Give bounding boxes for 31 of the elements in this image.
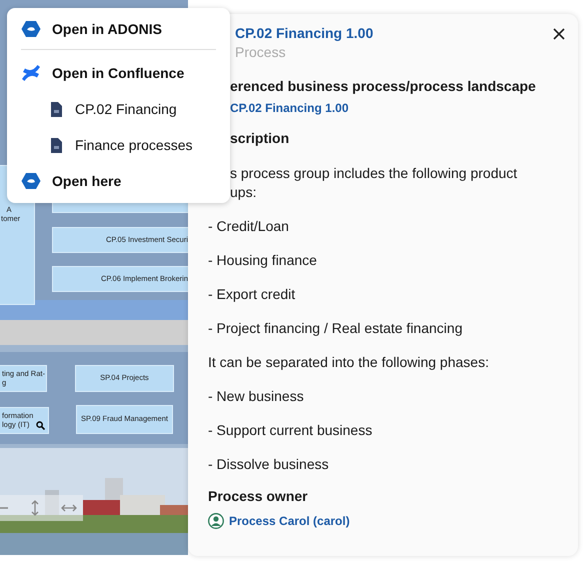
user-icon	[208, 513, 224, 529]
description-paragraph: - Project financing / Real estate financing	[208, 319, 464, 338]
process-link[interactable]: CP.02 Financing 1.00	[230, 101, 558, 116]
section-heading: scription	[230, 130, 290, 147]
horizontal-arrows-icon[interactable]	[61, 503, 77, 513]
person-link[interactable]: Process Carol (carol)	[229, 514, 350, 528]
menu-item[interactable]: Finance processes	[21, 127, 216, 163]
confluence-logo-icon	[21, 64, 41, 82]
menu-item[interactable]: Open in ADONIS	[21, 17, 216, 50]
menu-item[interactable]: CP.02 Financing	[21, 91, 216, 127]
section-heading: erenced business process/process landscape	[230, 78, 537, 95]
panel-title: CP.02 Financing 1.00	[235, 25, 374, 42]
vertical-arrows-icon[interactable]	[30, 500, 40, 516]
description-paragraph: - Dissolve business	[208, 455, 330, 474]
hexagon-logo-icon	[21, 20, 41, 38]
object-type: Process	[235, 43, 287, 62]
document-icon	[51, 102, 62, 116]
description-paragraph: s process group includes the following product ups:	[230, 164, 518, 202]
menu-item[interactable]: Open in Confluence	[21, 61, 216, 85]
description-paragraph: - Credit/Loan	[208, 217, 290, 236]
description-paragraph: - Housing finance	[208, 251, 318, 270]
minus-icon[interactable]	[0, 506, 8, 510]
description-paragraph: - Export credit	[208, 285, 296, 304]
description-paragraph: It can be separated into the following phases:	[208, 353, 490, 372]
description-paragraph: - Support current business	[208, 421, 374, 440]
close-icon[interactable]	[553, 28, 565, 40]
search-icon[interactable]	[36, 421, 45, 430]
document-icon	[51, 138, 62, 152]
hexagon-logo-icon	[21, 172, 41, 190]
description-paragraph: - New business	[208, 387, 305, 406]
section-heading: Process owner	[208, 488, 309, 505]
